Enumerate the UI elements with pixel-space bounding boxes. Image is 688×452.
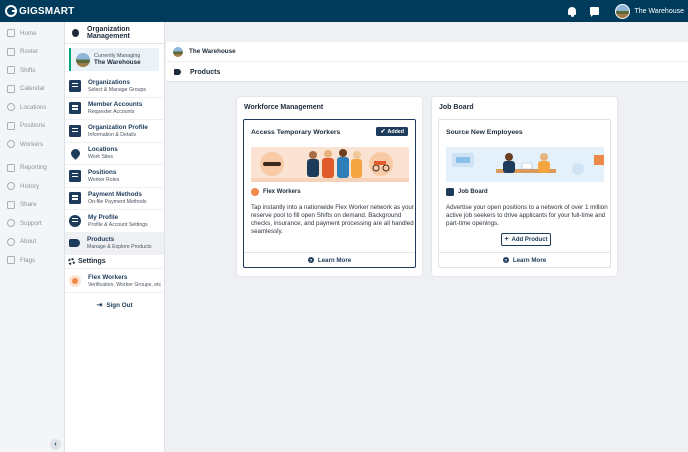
- job-board-illustration: [446, 147, 604, 182]
- nav-share[interactable]: Share: [0, 196, 64, 215]
- breadcrumb-page: Products: [166, 62, 688, 82]
- workforce-description: Tap instantly into a nationwide Flex Wor…: [251, 204, 414, 236]
- positions-icon: [7, 121, 15, 130]
- user-avatar[interactable]: [615, 3, 631, 19]
- menu-my-profile[interactable]: My Profile Profile & Account Settings: [65, 210, 164, 233]
- menu-products[interactable]: Products Manage & Explore Products: [65, 232, 164, 255]
- org-avatar: [76, 52, 90, 67]
- nav-workers[interactable]: Workers: [0, 135, 64, 154]
- top-bar: GIGSMART The Warehouse: [0, 0, 688, 22]
- flex-workers-illustration: [251, 147, 409, 182]
- bell-icon[interactable]: [568, 7, 577, 17]
- jobboard-description: Advertise your open positions to a netwo…: [446, 204, 608, 228]
- user-name[interactable]: The Warehouse: [634, 8, 684, 15]
- menu-organizations[interactable]: Organizations Select & Manage Groups: [65, 75, 164, 98]
- job-board-icon: [446, 188, 454, 196]
- tag-icon: [174, 69, 181, 75]
- info-icon: [7, 237, 15, 246]
- flex-worker-icon: [251, 188, 259, 196]
- gigsmart-logo[interactable]: GIGSMART: [5, 5, 75, 17]
- workforce-management-panel: Workforce Management Access Temporary Wo…: [237, 97, 422, 276]
- roster-icon: [7, 47, 15, 56]
- flex-worker-icon: [69, 274, 81, 287]
- flag-icon: [7, 256, 15, 265]
- logo-icon: [5, 5, 17, 17]
- workers-icon: [7, 140, 15, 149]
- chat-icon[interactable]: [590, 7, 600, 17]
- plus-icon: +: [504, 236, 509, 243]
- sign-out-button[interactable]: ⇥ Sign Out: [65, 301, 164, 310]
- location-pin-icon: [7, 103, 15, 112]
- nav-history[interactable]: History: [0, 177, 64, 196]
- add-product-button[interactable]: + Add Product: [501, 233, 551, 246]
- menu-locations[interactable]: Locations Work Sites: [65, 143, 164, 165]
- nav-calendar[interactable]: Calendar: [0, 80, 64, 99]
- nav-support[interactable]: Support: [0, 214, 64, 233]
- location-pin-icon: [69, 146, 82, 160]
- org-management-header: Organization Management: [65, 22, 164, 44]
- collapse-nav-button[interactable]: ‹: [50, 439, 61, 450]
- menu-payment-methods[interactable]: Payment Methods On-file Payment Methods: [65, 188, 164, 210]
- org-avatar: [173, 46, 183, 57]
- support-icon: [7, 219, 15, 228]
- share-icon: [7, 200, 15, 209]
- flex-workers-brand: Flex Workers: [251, 188, 301, 196]
- menu-flex-workers[interactable]: Flex Workers Verification, Worker Groups,…: [65, 269, 164, 293]
- workforce-learn-more-button[interactable]: ? Learn More: [244, 252, 415, 267]
- nav-about[interactable]: About: [0, 233, 64, 252]
- page-title: Products: [190, 68, 221, 76]
- check-icon: ✔: [380, 129, 386, 135]
- nav-home[interactable]: Home: [0, 24, 64, 43]
- history-icon: [7, 182, 15, 191]
- home-icon: [7, 29, 15, 38]
- currently-managing[interactable]: Currently Managing The Warehouse: [69, 48, 159, 71]
- members-icon: [69, 102, 81, 115]
- credit-card-icon: [69, 192, 81, 205]
- temporary-workers-card[interactable]: Access Temporary Workers ✔ Added Flex Wor…: [243, 119, 416, 268]
- help-icon: ?: [502, 257, 509, 263]
- menu-member-accounts[interactable]: Member Accounts Requester Accounts: [65, 98, 164, 120]
- logo-text: GIGSMART: [19, 5, 75, 17]
- nav-positions[interactable]: Positions: [0, 117, 64, 136]
- sign-out-icon: ⇥: [96, 302, 103, 309]
- tag-icon: [69, 239, 80, 248]
- organizations-icon: [69, 79, 81, 92]
- nav-flags[interactable]: Flags: [0, 251, 64, 270]
- nav-shifts[interactable]: Shifts: [0, 61, 64, 80]
- gear-icon: [68, 258, 75, 265]
- menu-organization-profile[interactable]: Organization Profile Information & Detail…: [65, 120, 164, 143]
- breadcrumb-org[interactable]: The Warehouse: [166, 42, 688, 62]
- nav-locations[interactable]: Locations: [0, 98, 64, 117]
- help-icon: ?: [307, 257, 314, 263]
- left-nav: Home Roster Shifts Calendar Locations Po…: [0, 22, 65, 452]
- org-sidebar: Organization Management Currently Managi…: [65, 22, 165, 452]
- user-circle-icon: [69, 214, 81, 227]
- settings-header: Settings: [65, 255, 164, 269]
- job-board-panel: Job Board Source New Employees Job Board…: [432, 97, 617, 276]
- globe-icon: [72, 28, 80, 37]
- chart-icon: [7, 163, 15, 172]
- added-badge: ✔ Added: [376, 127, 408, 136]
- profile-card-icon: [69, 124, 81, 137]
- job-board-brand: Job Board: [446, 188, 488, 196]
- new-employees-card[interactable]: Source New Employees Job Board Advertise…: [438, 119, 611, 268]
- calendar-icon: [7, 84, 15, 93]
- breadcrumb: The Warehouse Products: [166, 42, 688, 82]
- shifts-icon: [7, 66, 15, 75]
- jobboard-learn-more-button[interactable]: ? Learn More: [439, 252, 610, 267]
- nav-reporting[interactable]: Reporting: [0, 159, 64, 178]
- chevron-left-icon: ‹: [54, 441, 57, 448]
- id-card-icon: [69, 169, 81, 182]
- nav-roster[interactable]: Roster: [0, 43, 64, 62]
- menu-positions[interactable]: Positions Worker Roles: [65, 165, 164, 188]
